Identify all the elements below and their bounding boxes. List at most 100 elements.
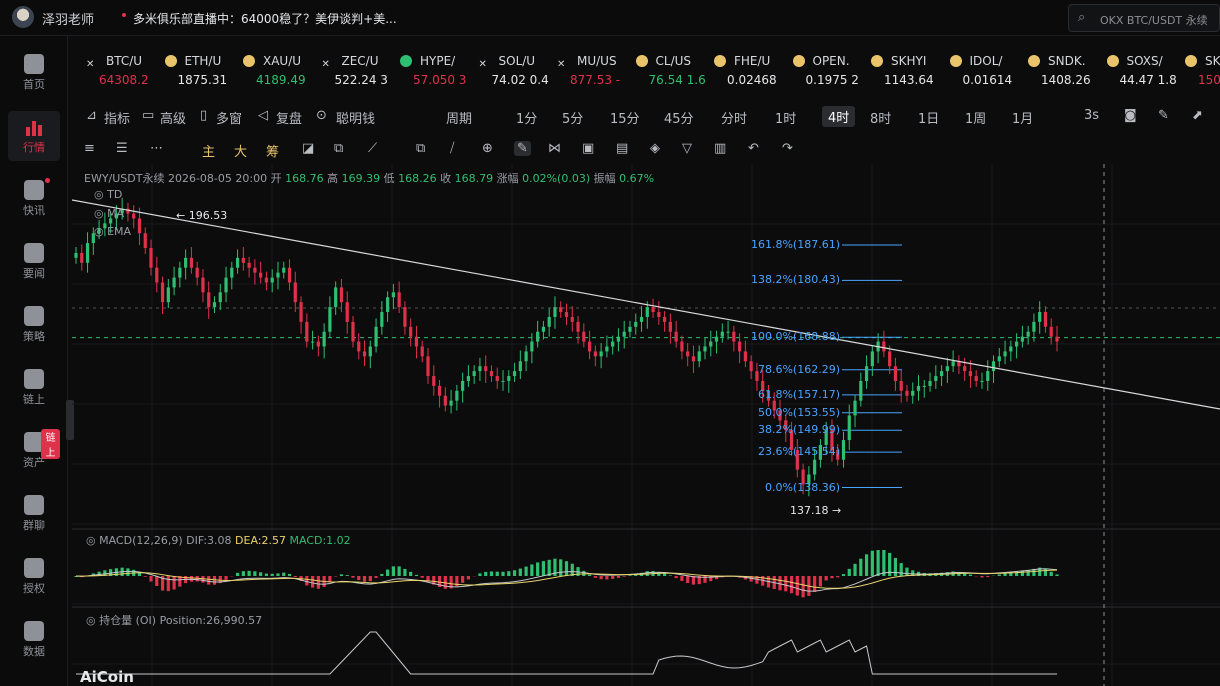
toolbar-item-2[interactable]: 多窗 xyxy=(216,108,242,127)
toolbar-item-14[interactable]: 1日 xyxy=(918,108,939,127)
camera-icon[interactable]: ◙ xyxy=(1124,108,1137,123)
smartmoney-icon[interactable]: ⊙ xyxy=(316,108,327,123)
toolbar-item-15[interactable]: 1周 xyxy=(965,108,986,127)
crop-icon[interactable]: ⧉ xyxy=(334,141,343,156)
paint-icon[interactable]: ◪ xyxy=(302,141,314,156)
ruler-icon[interactable]: ⧸ xyxy=(450,141,454,156)
menu-icon[interactable]: ☰ xyxy=(116,141,128,156)
drawbar-item-1[interactable]: 大 xyxy=(234,141,247,160)
sidebar-item-8[interactable]: 授权 xyxy=(8,552,60,602)
lines-icon[interactable]: ≡ xyxy=(84,141,95,156)
draw-icon[interactable]: ✎ xyxy=(514,141,531,156)
macd-bar xyxy=(599,576,603,580)
pencil-icon[interactable]: ✎ xyxy=(1158,108,1169,123)
macd-bar xyxy=(593,576,597,578)
macd-bar xyxy=(461,576,465,583)
search-box[interactable]: ⌕ OKX BTC/USDT 永续 xyxy=(1068,4,1220,32)
search-input[interactable]: OKX BTC/USDT 永续 xyxy=(1100,12,1208,28)
magnet-icon[interactable]: ⋈ xyxy=(548,141,561,156)
candle-body xyxy=(484,366,488,372)
candle-body xyxy=(339,287,344,303)
toolbar-item-5[interactable]: 周期 xyxy=(446,108,472,127)
sidebar-item-9[interactable]: 数据 xyxy=(8,615,60,665)
toolbar-item-10[interactable]: 分时 xyxy=(721,108,747,127)
toolbar-item-3[interactable]: 复盘 xyxy=(276,108,302,127)
sidebar-item-2[interactable]: 快讯 xyxy=(8,174,60,224)
sidebar-item-1[interactable]: 行情 xyxy=(8,111,60,161)
chart-area[interactable]: EWY/USDT永续 2026-08-05 20:00 开 168.76 高 1… xyxy=(72,164,1220,686)
lock-icon[interactable]: ▣ xyxy=(582,141,594,156)
ticker-symbol: MU/US xyxy=(577,54,617,68)
toolbar-item-16[interactable]: 1月 xyxy=(1012,108,1033,127)
drawbar-item-0[interactable]: 主 xyxy=(202,141,215,160)
indicator-icon[interactable]: ⊿ xyxy=(86,108,97,123)
coin-icon: ✕ xyxy=(321,59,330,70)
sidebar-item-3[interactable]: 要闻 xyxy=(8,237,60,287)
indicator-td[interactable]: ◎ TD xyxy=(94,188,122,201)
macd-bar xyxy=(524,566,528,576)
fib-level-label: 161.8%(187.61) xyxy=(750,238,840,251)
candle-body xyxy=(1026,331,1030,337)
toolbar-item-13[interactable]: 8时 xyxy=(870,108,891,127)
layer-icon[interactable]: ▤ xyxy=(616,141,628,156)
oi-title: 持仓量 (OI) xyxy=(99,614,157,627)
low-label: 低 xyxy=(383,172,395,185)
replay-icon[interactable]: ◁ xyxy=(258,108,268,123)
toolbar-item-17[interactable]: 3s xyxy=(1084,108,1099,123)
sidebar-item-6[interactable]: 资产 链上 xyxy=(8,426,60,476)
macd-bar xyxy=(466,576,470,580)
macd-bar xyxy=(328,576,332,583)
sidebar-item-4[interactable]: 策略 xyxy=(8,300,60,350)
macd-bar xyxy=(668,575,672,576)
toolbar-item-4[interactable]: 聪明钱 xyxy=(336,108,375,127)
candle-body xyxy=(80,252,84,263)
advanced-icon[interactable]: ▭ xyxy=(142,108,154,123)
candle-body xyxy=(916,385,921,391)
macd-bar xyxy=(853,563,857,576)
sidebar-item-5[interactable]: 链上 xyxy=(8,363,60,413)
candle-body xyxy=(420,346,424,357)
toolbar-item-12[interactable]: 4时 xyxy=(822,106,856,127)
ticker-price: 1143.64 xyxy=(884,73,934,87)
edit-tool-icon[interactable]: ⟋ xyxy=(368,141,377,156)
zoom-icon[interactable]: ⊕ xyxy=(482,141,493,156)
fib-level-label: 0.0%(138.36) xyxy=(764,480,840,494)
ticker-strip: ✕ BTC/U 64308.2 ETH/U 1875.31 XAU/U 4189.49 ✕ ZE… xyxy=(76,48,1220,92)
share-icon[interactable]: ⬈ xyxy=(1192,108,1203,123)
more-icon[interactable]: ⋯ xyxy=(150,141,163,156)
redo-icon[interactable]: ↷ xyxy=(782,141,793,156)
filter-icon[interactable]: ▽ xyxy=(682,141,692,156)
indicator-ma[interactable]: ◎ MA xyxy=(94,207,124,220)
candlestick-chart[interactable] xyxy=(72,164,1220,686)
toolbar-item-6[interactable]: 1分 xyxy=(516,108,537,127)
candle-body xyxy=(357,341,361,352)
toolbar-item-0[interactable]: 指标 xyxy=(104,108,130,127)
multiwindow-icon[interactable]: ▯ xyxy=(200,108,207,123)
candle-body xyxy=(911,390,915,396)
toolbar-item-8[interactable]: 15分 xyxy=(610,108,640,127)
drawbar-item-2[interactable]: 筹 xyxy=(266,141,279,160)
macd-bar xyxy=(905,567,909,576)
ticker-price: 877.53 - xyxy=(570,73,621,87)
toolbar-item-11[interactable]: 1时 xyxy=(775,108,796,127)
macd-bar xyxy=(391,566,395,576)
sidebar-label-5: 链上 xyxy=(23,393,45,406)
username[interactable]: 泽羽老师 xyxy=(42,9,94,28)
low-value: 168.26 xyxy=(398,172,437,185)
toolbar-item-1[interactable]: 高级 xyxy=(160,108,186,127)
sidebar-item-0[interactable]: 首页 xyxy=(8,48,60,98)
news-ticker[interactable]: 多米俱乐部直播中：64000稳了？美伊谈判+美... xyxy=(133,10,397,27)
trash-icon[interactable]: ▥ xyxy=(714,141,726,156)
candle-body xyxy=(310,341,315,343)
eye-icon[interactable]: ◈ xyxy=(650,141,660,156)
copy-icon[interactable]: ⧉ xyxy=(416,141,425,156)
indicator-ema[interactable]: ◎ EMA xyxy=(94,225,131,238)
candle-body xyxy=(622,331,626,337)
toolbar-item-9[interactable]: 45分 xyxy=(664,108,694,127)
oi-legend: ◎ 持仓量 (OI) Position:26,990.57 xyxy=(86,614,263,627)
undo-icon[interactable]: ↶ xyxy=(748,141,759,156)
sidebar-item-7[interactable]: 群聊 xyxy=(8,489,60,539)
toolbar-item-7[interactable]: 5分 xyxy=(562,108,583,127)
avatar[interactable] xyxy=(12,6,34,28)
sidebar-label-8: 授权 xyxy=(23,582,45,595)
